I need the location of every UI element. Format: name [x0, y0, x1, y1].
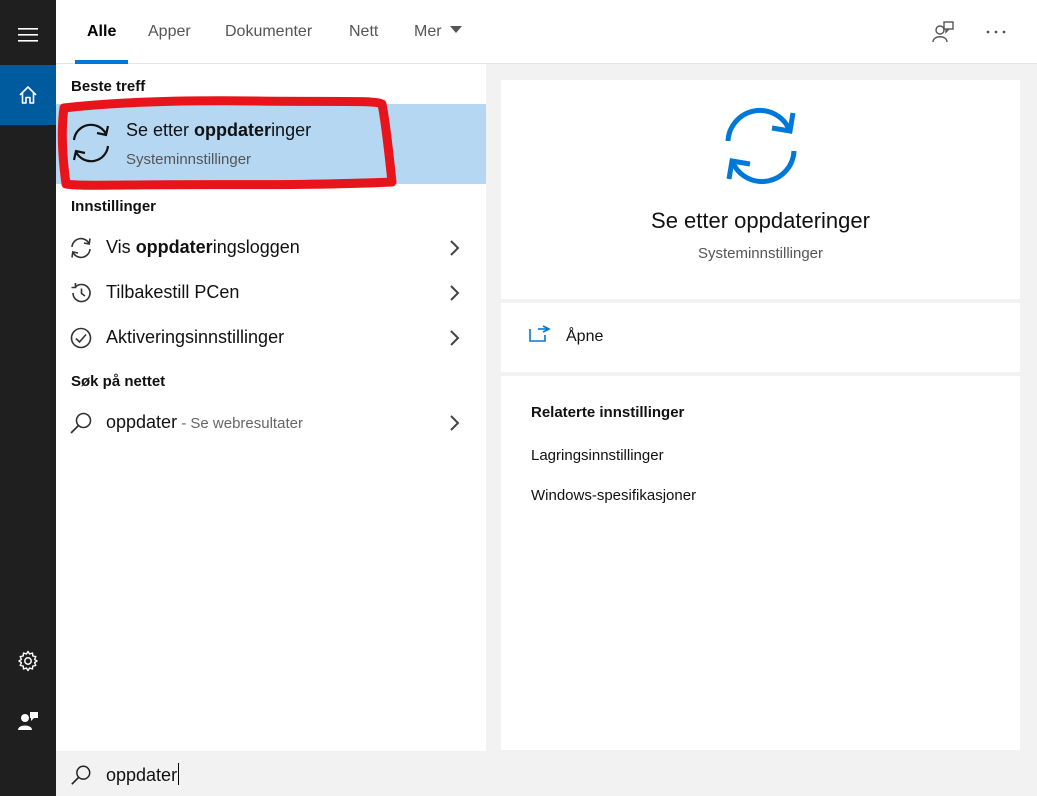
home-button[interactable]: [0, 65, 56, 125]
hamburger-icon: [18, 28, 38, 42]
best-match-item[interactable]: Se etter oppdateringer Systeminnstilling…: [56, 104, 486, 184]
feedback-person-icon: [18, 712, 38, 730]
search-box[interactable]: oppdater: [56, 751, 1037, 796]
preview-title: Se etter oppdateringer: [651, 208, 870, 233]
chevron-right-icon: [450, 330, 460, 346]
related-link-storage[interactable]: Lagringsinnstillinger: [531, 447, 664, 464]
open-action[interactable]: Åpne: [501, 303, 1020, 372]
result-activation-settings[interactable]: Aktiveringsinnstillinger: [56, 316, 486, 360]
feedback-icon: [932, 21, 954, 43]
search-icon: [70, 412, 92, 434]
tab-web[interactable]: Nett: [349, 0, 378, 64]
search-input[interactable]: oppdater: [106, 763, 180, 787]
home-icon: [19, 86, 37, 104]
open-label: Åpne: [566, 328, 604, 345]
ellipsis-icon: [986, 30, 1006, 34]
chevron-right-icon: [450, 240, 460, 256]
feedback-button[interactable]: [0, 691, 56, 751]
sync-icon: [719, 104, 803, 193]
open-window-icon: [529, 325, 551, 342]
preview-pane: Se etter oppdateringer Systeminnstilling…: [501, 80, 1020, 750]
web-search-header: Søk på nettet: [71, 373, 166, 390]
tab-more[interactable]: Mer: [414, 0, 462, 64]
chevron-right-icon: [450, 285, 460, 301]
best-match-title: Se etter oppdateringer: [126, 120, 312, 140]
result-label: Aktiveringsinnstillinger: [106, 327, 285, 347]
preview-header-card: Se etter oppdateringer Systeminnstilling…: [501, 80, 1020, 299]
tab-all[interactable]: Alle: [74, 0, 129, 64]
results-pane: Beste treff Se etter oppdateringer Syste…: [56, 64, 486, 751]
result-label: Vis oppdateringsloggen: [106, 237, 300, 257]
search-icon: [71, 765, 91, 785]
sync-icon: [68, 120, 114, 171]
left-rail: [0, 0, 56, 796]
feedback-hub-button[interactable]: [928, 17, 958, 47]
preview-subtitle: Systeminnstillinger: [697, 245, 824, 262]
tab-more-label: Mer: [414, 23, 442, 40]
filter-tabs-bar: Alle Apper Dokumenter Nett Mer: [56, 0, 1037, 64]
more-options-button[interactable]: [981, 17, 1011, 47]
best-match-header: Beste treff: [71, 78, 146, 95]
hamburger-menu-button[interactable]: [0, 5, 56, 65]
chevron-right-icon: [450, 415, 460, 431]
related-link-windows-specs[interactable]: Windows-spesifikasjoner: [531, 487, 696, 504]
tab-documents[interactable]: Dokumenter: [225, 0, 312, 64]
best-match-subtitle: Systeminnstillinger: [126, 151, 252, 168]
caret-down-icon: [449, 26, 462, 34]
result-web-search[interactable]: oppdater - Se webresultater: [56, 401, 486, 445]
settings-button[interactable]: [0, 631, 56, 691]
result-label: Tilbakestill PCen: [106, 282, 240, 302]
result-reset-pc[interactable]: Tilbakestill PCen: [56, 271, 486, 315]
related-settings-card: Relaterte innstillinger Lagringsinnstill…: [501, 376, 1020, 750]
result-view-update-history[interactable]: Vis oppdateringsloggen: [56, 226, 486, 270]
text-cursor: [178, 763, 180, 786]
sync-icon: [71, 237, 91, 259]
history-icon: [71, 283, 91, 303]
related-settings-header: Relaterte innstillinger: [531, 404, 685, 421]
settings-header: Innstillinger: [71, 198, 157, 215]
check-circle-icon: [70, 327, 92, 349]
tab-apps[interactable]: Apper: [148, 0, 191, 64]
result-label: oppdater - Se webresultater: [106, 412, 303, 432]
gear-icon: [18, 650, 38, 672]
